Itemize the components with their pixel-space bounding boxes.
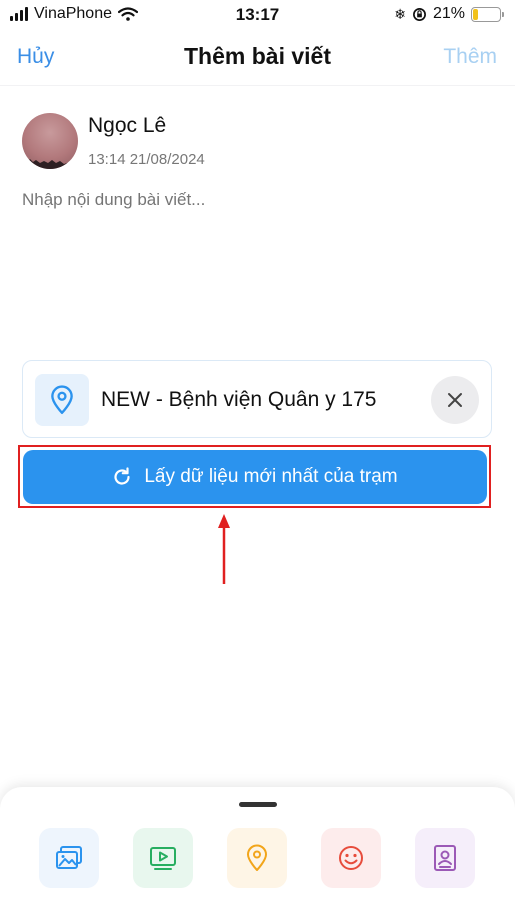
sheet-handle[interactable] [239,802,277,807]
image-icon [56,846,82,869]
map-pin-icon [51,385,73,415]
battery-icon [471,6,504,22]
arrow-annotation-icon [218,514,230,584]
bottom-toolbar [0,787,515,916]
page-title: Thêm bài viết [184,43,331,69]
battery-percent: 21% [432,5,465,22]
add-button[interactable]: Thêm [443,45,497,69]
nav-bar: Hủy Thêm bài viết Thêm [0,30,515,86]
location-card[interactable]: NEW - Bệnh viện Quân y 175 [22,360,492,438]
location-icon [247,844,267,871]
location-name: NEW - Bệnh viện Quân y 175 [101,388,377,411]
status-bar: VinaPhone 13:17 ❄ 21% [0,0,515,30]
add-contact-button[interactable] [415,828,475,888]
status-right: ❄ 21% [394,5,504,23]
avatar [22,113,78,169]
add-image-button[interactable] [39,828,99,888]
location-icon-box [35,374,89,426]
snowflake-icon: ❄ [394,5,406,22]
post-content-input[interactable] [22,190,492,210]
contact-icon [434,845,456,871]
refresh-station-data-button[interactable]: Lấy dữ liệu mới nhất của trạm [23,450,487,504]
emoji-icon [339,846,363,870]
rotation-lock-icon [413,7,426,21]
refresh-button-label: Lấy dữ liệu mới nhất của trạm [144,466,398,487]
post-timestamp: 13:14 21/08/2024 [88,151,205,168]
video-icon [150,847,176,870]
avatar-photo [22,159,78,169]
remove-location-button[interactable] [431,376,479,424]
battery-fill [473,8,479,20]
add-emoji-button[interactable] [321,828,381,888]
refresh-icon [114,467,130,485]
author-name: Ngọc Lê [88,114,167,137]
add-location-button[interactable] [227,828,287,888]
add-video-button[interactable] [133,828,193,888]
close-icon [448,393,462,407]
